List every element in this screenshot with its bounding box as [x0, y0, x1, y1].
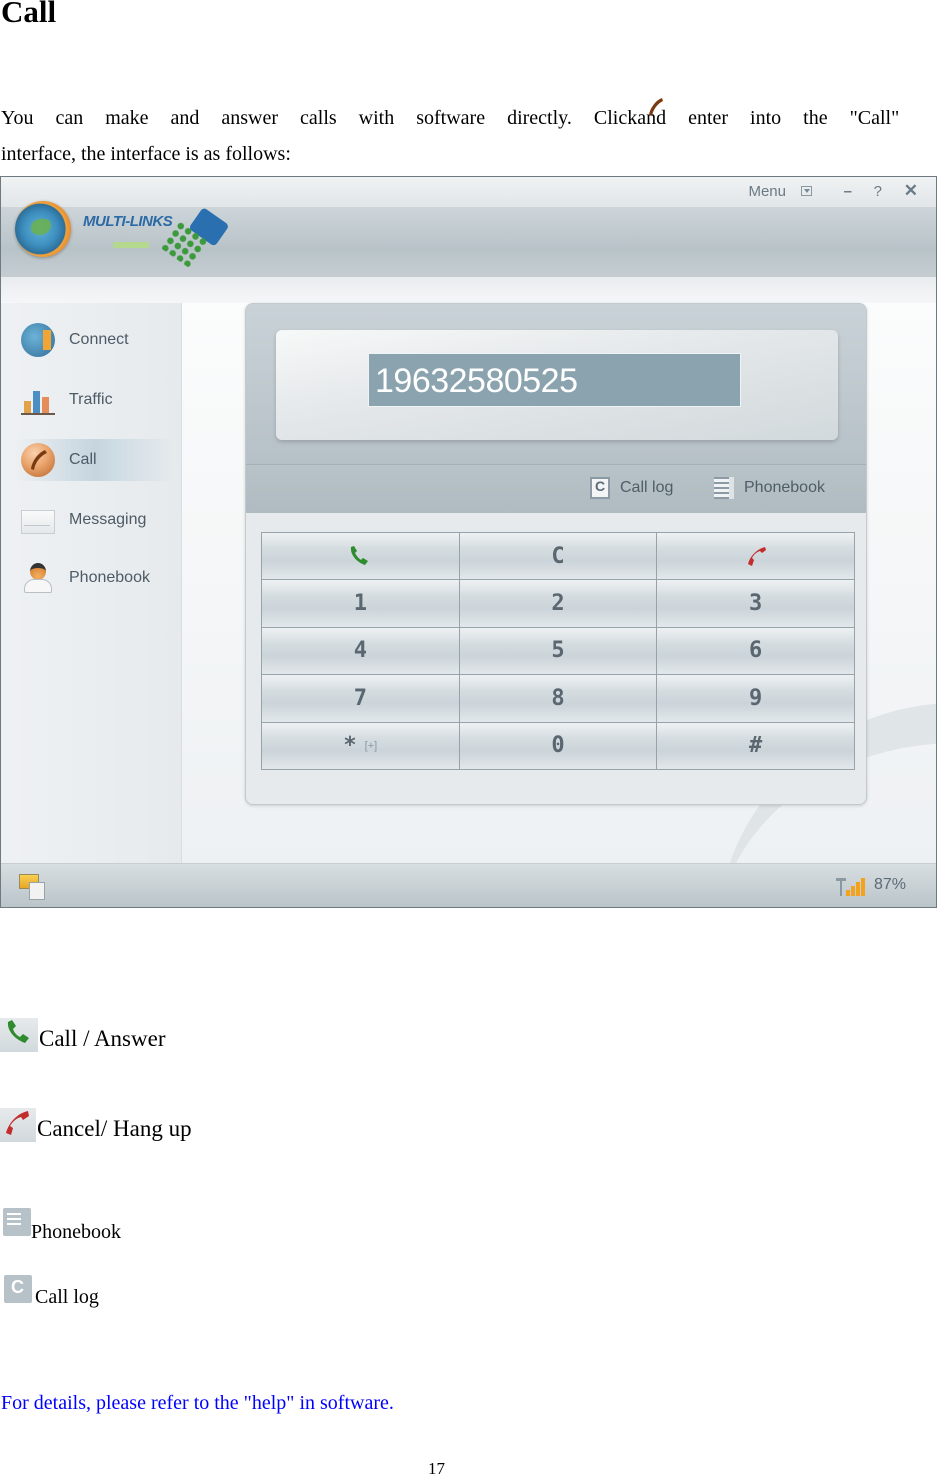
phonebook-label: Phonebook — [744, 479, 825, 496]
legend-label: Phonebook — [31, 1221, 121, 1243]
key-star-sub: [+] — [364, 739, 378, 752]
title-bar: Menu – ? ✕ — [1, 177, 936, 207]
sidebar: Connect Traffic Call Messaging Phonebook — [5, 303, 182, 863]
key-hash[interactable]: # — [657, 722, 854, 769]
sidebar-item-label: Traffic — [69, 391, 113, 408]
phonebook-button[interactable]: Phonebook — [714, 477, 825, 499]
key-7[interactable]: 7 — [262, 675, 459, 722]
key-5[interactable]: 5 — [459, 627, 657, 675]
hang-up-icon — [0, 1108, 36, 1142]
intro-text-before-icon: You can make and answer calls with softw… — [1, 107, 638, 129]
key-4[interactable]: 4 — [262, 627, 459, 675]
legend-hang-up: Cancel/ Hang up — [0, 1108, 192, 1142]
globe-connect-icon — [21, 323, 55, 357]
status-bar: 87% — [1, 863, 936, 907]
keypad: C 1 2 3 4 5 6 7 8 9 * [+] 0 # — [261, 532, 855, 770]
dialer-links-bar: Call log Phonebook — [246, 464, 866, 513]
key-star[interactable]: * [+] — [262, 722, 459, 769]
key-6[interactable]: 6 — [657, 627, 854, 675]
envelope-icon — [21, 510, 55, 534]
brand-tagline-bar — [113, 242, 149, 248]
legend-phonebook: Phonebook — [0, 1208, 121, 1244]
key-1[interactable]: 1 — [262, 580, 459, 627]
clear-key[interactable]: C — [459, 533, 657, 580]
sidebar-item-label: Connect — [69, 331, 129, 348]
legend-call-log: Call log — [0, 1275, 99, 1309]
sidebar-item-phonebook[interactable]: Phonebook — [15, 557, 175, 599]
brand-logo: MULTI-LINKS — [83, 213, 173, 230]
display-frame: 19632580525 — [276, 330, 838, 440]
sidebar-item-label: Phonebook — [69, 569, 150, 586]
signal-strength-icon — [836, 878, 870, 896]
intro-paragraph: You can make and answer calls with softw… — [1, 98, 901, 172]
app-window: Menu – ? ✕ MULTI-LINKS Connect Traffic C… — [0, 176, 937, 908]
key-9[interactable]: 9 — [657, 675, 854, 722]
hang-up-icon — [747, 547, 766, 567]
legend-call-answer: Call / Answer — [0, 1018, 166, 1052]
legend-label: Call log — [35, 1286, 99, 1308]
key-0[interactable]: 0 — [459, 722, 657, 769]
menu-dropdown-icon[interactable] — [801, 186, 812, 196]
hang-up-key[interactable] — [657, 533, 854, 580]
help-note: For details, please refer to the "help" … — [1, 1392, 394, 1414]
bar-chart-icon — [21, 383, 55, 417]
sidebar-item-label: Messaging — [69, 511, 147, 528]
call-answer-key[interactable] — [262, 533, 459, 580]
call-log-icon — [4, 1275, 32, 1303]
call-handset-icon — [21, 443, 55, 477]
legend-label: Cancel/ Hang up — [37, 1116, 192, 1141]
dialer-panel: 19632580525 Call log Phonebook C — [245, 303, 867, 805]
contact-person-icon — [21, 561, 55, 595]
sidebar-item-messaging[interactable]: Messaging — [15, 499, 175, 541]
call-log-icon — [590, 477, 610, 499]
app-logo-globe-icon — [15, 201, 71, 257]
header-divider — [1, 277, 936, 303]
call-content-area: 19632580525 Call log Phonebook C — [182, 303, 936, 863]
key-2[interactable]: 2 — [459, 580, 657, 627]
device-switch-icon[interactable] — [19, 874, 45, 900]
sidebar-item-traffic[interactable]: Traffic — [15, 379, 175, 421]
intro-line-2: interface, the interface is as follows: — [1, 143, 291, 165]
legend-label: Call / Answer — [39, 1026, 166, 1051]
menu-button[interactable]: Menu — [748, 183, 786, 200]
intro-text-after-icon: and enter into the "Call" — [637, 107, 900, 129]
signal-strength-value: 87% — [873, 876, 906, 893]
call-log-label: Call log — [620, 479, 674, 496]
sidebar-item-call[interactable]: Call — [15, 439, 175, 481]
help-button[interactable]: ? — [874, 183, 882, 200]
phonebook-icon — [714, 477, 734, 499]
phonebook-icon — [3, 1208, 31, 1236]
minimize-button[interactable]: – — [844, 183, 852, 200]
close-button[interactable]: ✕ — [904, 181, 918, 201]
call-answer-icon — [351, 546, 369, 566]
sidebar-item-label: Call — [69, 451, 97, 468]
page-number: 17 — [428, 1459, 445, 1478]
key-8[interactable]: 8 — [459, 675, 657, 722]
number-input[interactable]: 19632580525 — [368, 353, 741, 407]
key-star-label: * — [343, 733, 357, 759]
call-log-button[interactable]: Call log — [590, 477, 673, 499]
section-heading: Call — [1, 0, 57, 29]
intro-line-1: You can make and answer calls with softw… — [1, 98, 899, 136]
call-answer-icon — [0, 1018, 38, 1052]
key-3[interactable]: 3 — [657, 580, 854, 627]
sidebar-item-connect[interactable]: Connect — [15, 319, 175, 361]
